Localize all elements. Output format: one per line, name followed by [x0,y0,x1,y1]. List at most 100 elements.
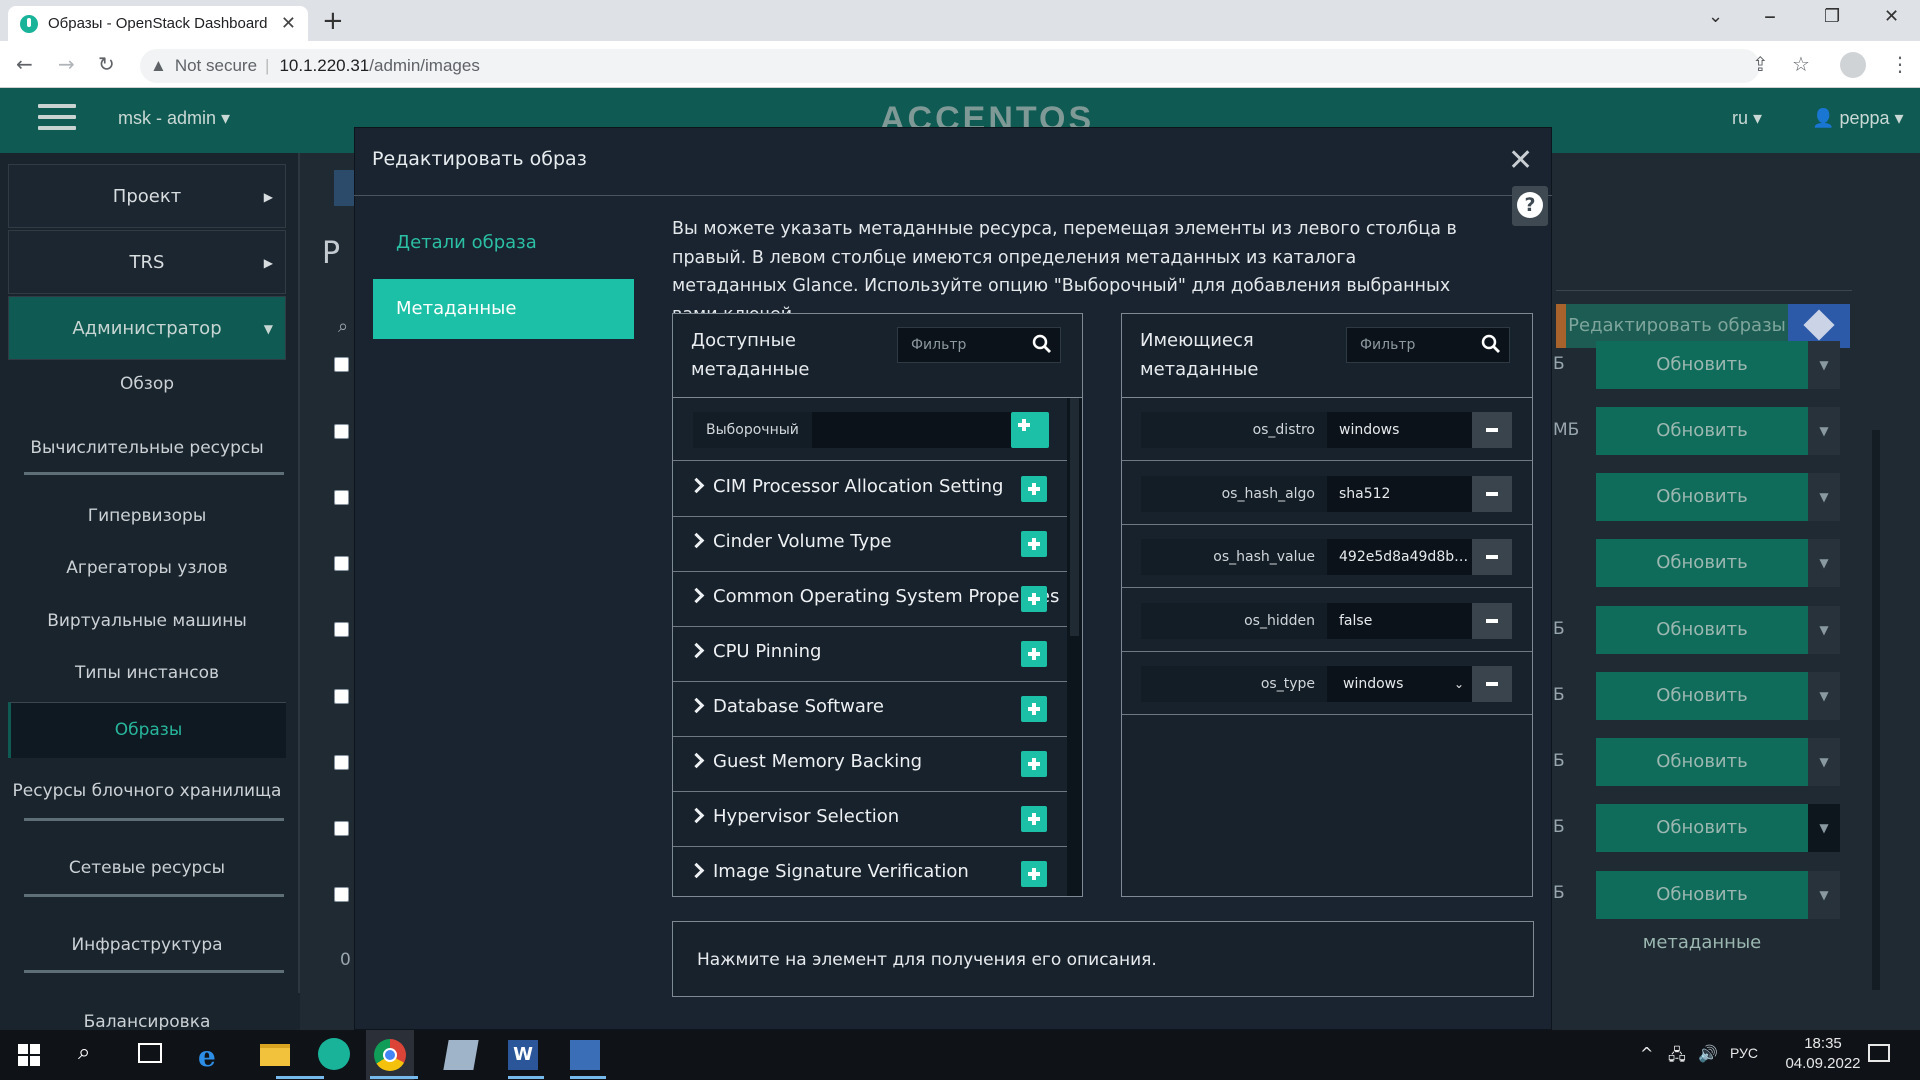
update-metadata-button[interactable]: Обновить метаданные [1596,738,1808,820]
sidebar-item-images[interactable]: Образы [8,702,286,758]
tab-search-icon[interactable]: ⌄ [1708,6,1723,27]
list-item[interactable]: Cinder Volume Type [673,517,1067,572]
remove-button[interactable] [1472,666,1512,702]
search-icon[interactable] [1032,334,1052,354]
sidebar-item-admin[interactable]: Администратор ▼ [8,296,286,360]
file-explorer-icon[interactable] [260,1044,290,1066]
row-checkbox[interactable] [334,821,349,836]
sidebar-item-project[interactable]: Проект ▶ [8,164,286,228]
add-button[interactable] [1021,476,1047,502]
add-button[interactable] [1021,586,1047,612]
task-view-icon[interactable] [138,1043,162,1063]
list-item[interactable]: Database Software [673,682,1067,737]
update-metadata-button[interactable]: Обновить метаданные [1596,871,1808,953]
sidebar-item-volumes[interactable]: Ресурсы блочного хранилища [8,781,286,801]
modal-close-icon[interactable]: ✕ [1508,143,1533,178]
existing-filter-input[interactable]: Фильтр [1346,327,1510,363]
warning-icon[interactable]: ▲ [150,56,167,76]
update-metadata-button[interactable]: Обновить метаданные [1596,473,1808,555]
add-button[interactable] [1021,641,1047,667]
update-metadata-button[interactable]: Обновить метаданные [1596,672,1808,754]
sidebar-item-instances[interactable]: Виртуальные машины [8,611,286,631]
sidebar-item-compute[interactable]: Вычислительные ресурсы [8,438,286,458]
openstack-app-icon[interactable] [318,1038,350,1070]
metadata-select[interactable]: windows ⌄ [1327,666,1472,702]
window-close-icon[interactable]: ✕ [1884,6,1899,27]
browser-menu-icon[interactable]: ⋮ [1890,52,1910,76]
row-checkbox[interactable] [334,357,349,372]
list-item[interactable]: Common Operating System Properties [673,572,1067,627]
notifications-icon[interactable] [1868,1044,1890,1062]
help-button[interactable]: ? [1512,186,1548,226]
taskbar-search-icon[interactable]: ⌕ [78,1040,90,1065]
row-checkbox[interactable] [334,755,349,770]
tab-image-details[interactable]: Детали образа [396,232,537,253]
remove-button[interactable] [1472,603,1512,639]
browser-tab[interactable]: Образы - OpenStack Dashboard ✕ [8,6,308,41]
row-actions-dropdown[interactable]: ▼ [1808,407,1840,455]
row-actions-dropdown[interactable]: ▼ [1808,804,1840,852]
update-metadata-button[interactable]: Обновить метаданные [1596,407,1808,489]
remove-button[interactable] [1472,539,1512,575]
page-scrollbar[interactable] [1872,430,1880,990]
back-icon[interactable]: ← [16,52,33,76]
update-metadata-button[interactable]: Обновить метаданные [1596,341,1808,423]
add-button[interactable] [1021,806,1047,832]
row-actions-dropdown[interactable]: ▼ [1808,473,1840,521]
list-item[interactable]: CIM Processor Allocation Setting [673,462,1067,517]
volume-icon[interactable]: 🔊 [1698,1044,1718,1063]
custom-key-input[interactable]: Выборочный [693,412,1015,448]
row-checkbox[interactable] [334,490,349,505]
sidebar-item-trs[interactable]: TRS ▶ [8,230,286,294]
row-actions-dropdown[interactable]: ▼ [1808,539,1840,587]
sidebar-item-host-aggregates[interactable]: Агрегаторы узлов [8,558,286,578]
word-icon[interactable]: W [508,1040,538,1070]
available-scrollbar-thumb[interactable] [1070,398,1079,636]
metadata-value-input[interactable]: false [1327,603,1472,639]
profile-avatar-icon[interactable] [1840,52,1866,78]
minimize-icon[interactable]: – [1764,2,1776,30]
close-tab-icon[interactable]: ✕ [281,13,296,34]
notepad-icon[interactable] [443,1040,479,1070]
update-metadata-button[interactable]: Обновить метаданные [1596,804,1808,886]
row-checkbox[interactable] [334,689,349,704]
taskbar-clock[interactable]: 18:35 04.09.2022 [1778,1034,1868,1074]
tray-chevron-icon[interactable]: ^ [1640,1044,1653,1063]
url-input[interactable]: ▲ Not secure | 10.1.220.31/admin/images [140,49,1760,83]
update-metadata-button[interactable]: Обновить метаданные [1596,539,1808,621]
network-tray-icon[interactable]: 🖧 [1668,1044,1686,1071]
row-checkbox[interactable] [334,424,349,439]
row-actions-dropdown[interactable]: ▼ [1808,672,1840,720]
list-item[interactable]: Image Signature Verification [673,847,1067,902]
windows-start-icon[interactable] [18,1044,40,1066]
sidebar-item-hypervisors[interactable]: Гипервизоры [8,506,286,526]
row-actions-dropdown[interactable]: ▼ [1808,606,1840,654]
metadata-value-input[interactable]: windows [1327,412,1472,448]
add-button[interactable] [1021,696,1047,722]
remove-button[interactable] [1472,412,1512,448]
project-selector[interactable]: msk - admin ▾ [118,108,230,129]
sidebar-item-network[interactable]: Сетевые ресурсы [8,858,286,878]
row-actions-dropdown[interactable]: ▼ [1808,738,1840,786]
maximize-icon[interactable]: ❐ [1824,6,1840,27]
update-metadata-button[interactable]: Обновить метаданные [1596,606,1808,688]
available-scrollbar-track[interactable] [1067,398,1082,896]
language-selector[interactable]: ru ▾ [1732,108,1762,129]
list-item[interactable]: CPU Pinning [673,627,1067,682]
reload-icon[interactable]: ↻ [98,52,115,76]
list-item[interactable]: Guest Memory Backing [673,737,1067,792]
row-checkbox[interactable] [334,556,349,571]
row-actions-dropdown[interactable]: ▼ [1808,341,1840,389]
search-icon[interactable] [1481,334,1501,354]
list-item[interactable]: Hypervisor Selection [673,792,1067,847]
row-checkbox[interactable] [334,887,349,902]
add-button[interactable] [1021,751,1047,777]
add-custom-button[interactable] [1011,412,1049,448]
chrome-icon[interactable] [374,1039,406,1071]
bookmark-star-icon[interactable]: ☆ [1792,52,1810,76]
share-icon[interactable]: ⇪ [1752,52,1769,76]
add-button[interactable] [1021,531,1047,557]
forward-icon[interactable]: → [58,52,75,76]
sidebar-item-flavors[interactable]: Типы инстансов [8,663,286,683]
add-button[interactable] [1021,861,1047,887]
